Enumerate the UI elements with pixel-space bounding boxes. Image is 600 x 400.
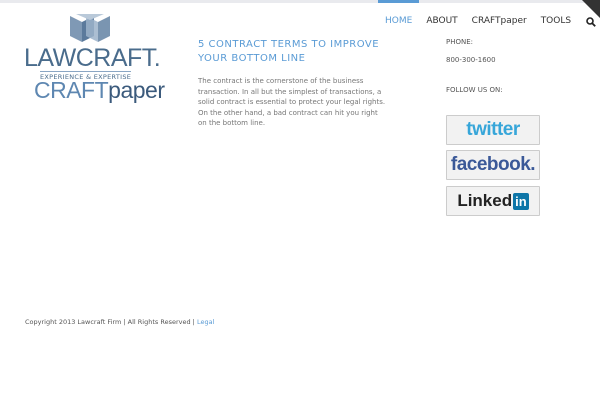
linkedin-text: Linked xyxy=(457,191,513,210)
nav-tools[interactable]: TOOLS xyxy=(534,0,578,40)
twitter-button[interactable]: twitter xyxy=(446,115,540,145)
logo-craftpaper: CRAFTpaper xyxy=(34,78,165,102)
site-logo[interactable]: LAWCRAFT. EXPERIENCE & EXPERTISE CRAFTpa… xyxy=(24,14,184,102)
nav-about[interactable]: ABOUT xyxy=(419,0,464,40)
facebook-logo: facebook. xyxy=(450,154,536,175)
logo-mark-icon xyxy=(70,14,110,42)
linkedin-button[interactable]: Linked in xyxy=(446,186,540,216)
article-title[interactable]: 5 CONTRACT TERMS TO IMPROVE YOUR BOTTOM … xyxy=(198,38,398,66)
follow-label: FOLLOW US ON: xyxy=(446,86,503,94)
phone-label: PHONE: xyxy=(446,38,474,46)
logo-lawcraft: LAWCRAFT. xyxy=(24,44,161,72)
footer: Copyright 2013 Lawcraft Firm | All Right… xyxy=(25,318,214,326)
nav-search-button[interactable] xyxy=(578,0,600,40)
twitter-logo: twitter xyxy=(466,119,520,140)
phone-number: 800-300-1600 xyxy=(446,56,496,64)
linkedin-in-badge: in xyxy=(513,193,529,210)
nav-craftpaper[interactable]: CRAFTpaper xyxy=(465,0,534,40)
footer-legal-link[interactable]: Legal xyxy=(197,318,214,326)
facebook-button[interactable]: facebook. xyxy=(446,150,540,180)
logo-paper: paper xyxy=(108,77,165,103)
search-icon xyxy=(586,17,596,27)
main-nav: HOME ABOUT CRAFTpaper TOOLS xyxy=(378,0,600,40)
footer-copyright: Copyright 2013 Lawcraft Firm | All Right… xyxy=(25,318,197,326)
article-body: The contract is the cornerstone of the b… xyxy=(198,77,386,127)
nav-home[interactable]: HOME xyxy=(378,0,420,40)
logo-craft: CRAFT xyxy=(34,77,109,103)
linkedin-logo: Linked in xyxy=(457,191,529,211)
